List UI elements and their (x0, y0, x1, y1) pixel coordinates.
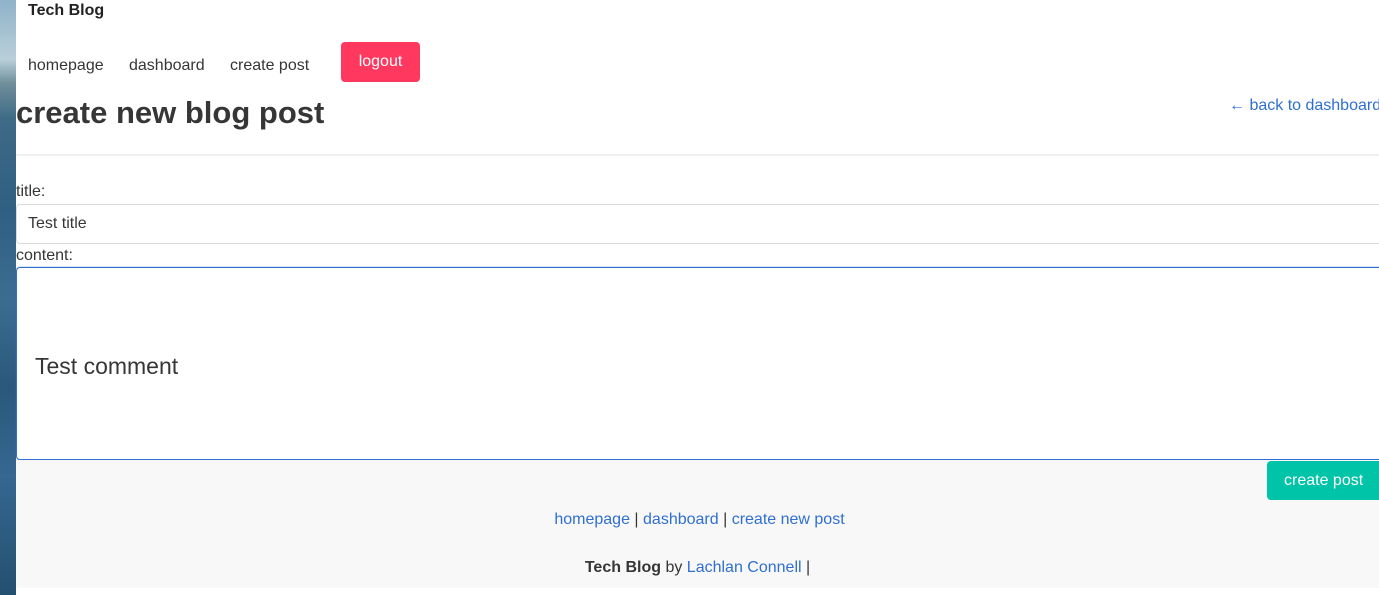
content-text: Test comment (35, 353, 179, 379)
page-title: create new blog post (16, 95, 325, 130)
footer-link-homepage[interactable]: homepage (554, 511, 630, 528)
credit-brand: Tech Blog (584, 559, 661, 576)
browser-page: Tech Blog homepage dashboard create post… (16, 0, 1379, 595)
footer-credit: Tech Blog by Lachlan Connell | (16, 558, 1379, 578)
author-link[interactable]: Lachlan Connell (687, 559, 802, 576)
desktop-background (0, 0, 16, 595)
back-to-dashboard-link[interactable]: ← back to dashboard (1229, 96, 1379, 116)
brand-title: Tech Blog (28, 2, 105, 19)
title-input[interactable] (16, 204, 1379, 244)
footer-links: homepage | dashboard | create new post (16, 510, 1379, 530)
divider (16, 154, 1379, 156)
footer-link-dashboard[interactable]: dashboard (643, 511, 719, 528)
footer-separator: | (718, 511, 732, 528)
create-post-button[interactable]: create post (1267, 461, 1379, 500)
nav-homepage[interactable]: homepage (28, 56, 104, 76)
nav-dashboard[interactable]: dashboard (129, 56, 205, 76)
footer-bottom-edge (16, 588, 1379, 595)
nav-create-post[interactable]: create post (230, 56, 309, 76)
content-textarea[interactable]: Test comment (16, 267, 1379, 460)
credit-by: by (661, 559, 687, 576)
content-label: content: (16, 247, 73, 264)
footer-link-create-new-post[interactable]: create new post (732, 511, 845, 528)
credit-trailing: | (801, 559, 811, 576)
title-label: title: (16, 183, 46, 200)
footer-separator: | (629, 511, 644, 528)
logout-button[interactable]: logout (341, 42, 420, 82)
